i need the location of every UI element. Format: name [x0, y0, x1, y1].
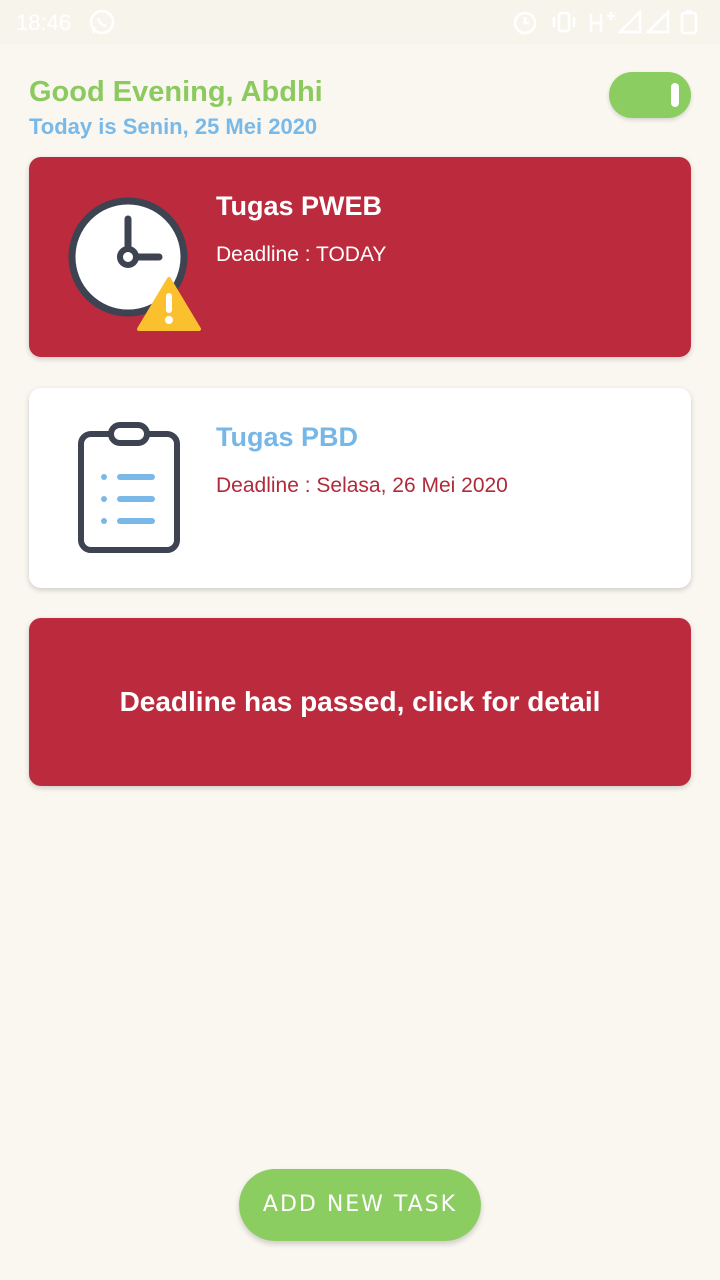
vibrate-icon [552, 11, 576, 33]
date-text: Today is Senin, 25 Mei 2020 [29, 114, 318, 139]
toggle-knob [671, 83, 679, 107]
battery-icon [680, 10, 698, 35]
greeting-text: Good Evening, Abdhi [29, 76, 323, 108]
deadline-passed-banner[interactable]: Deadline has passed, click for detail [29, 618, 691, 786]
network-h-plus-icon [589, 12, 615, 32]
task-deadline: Deadline : TODAY [216, 243, 387, 266]
task-card-normal[interactable]: Tugas PBD Deadline : Selasa, 26 Mei 2020 [29, 388, 691, 588]
clock-warning-icon [68, 197, 201, 331]
clipboard-list-icon [78, 422, 180, 553]
task-title: Tugas PWEB [216, 191, 383, 221]
status-time: 18:46 [16, 10, 72, 35]
task-card-urgent[interactable]: Tugas PWEB Deadline : TODAY [29, 157, 691, 357]
signal-icon [618, 8, 642, 34]
task-deadline: Deadline : Selasa, 26 Mei 2020 [216, 474, 508, 497]
whatsapp-icon [89, 9, 115, 35]
alarm-icon [513, 11, 537, 35]
theme-toggle[interactable] [609, 72, 691, 118]
deadline-passed-text: Deadline has passed, click for detail [119, 686, 601, 717]
task-title: Tugas PBD [216, 422, 359, 452]
signal-icon-2 [646, 8, 670, 34]
add-new-task-button[interactable]: ADD NEW TASK [239, 1169, 481, 1241]
status-bar: 18:46 [0, 0, 720, 44]
